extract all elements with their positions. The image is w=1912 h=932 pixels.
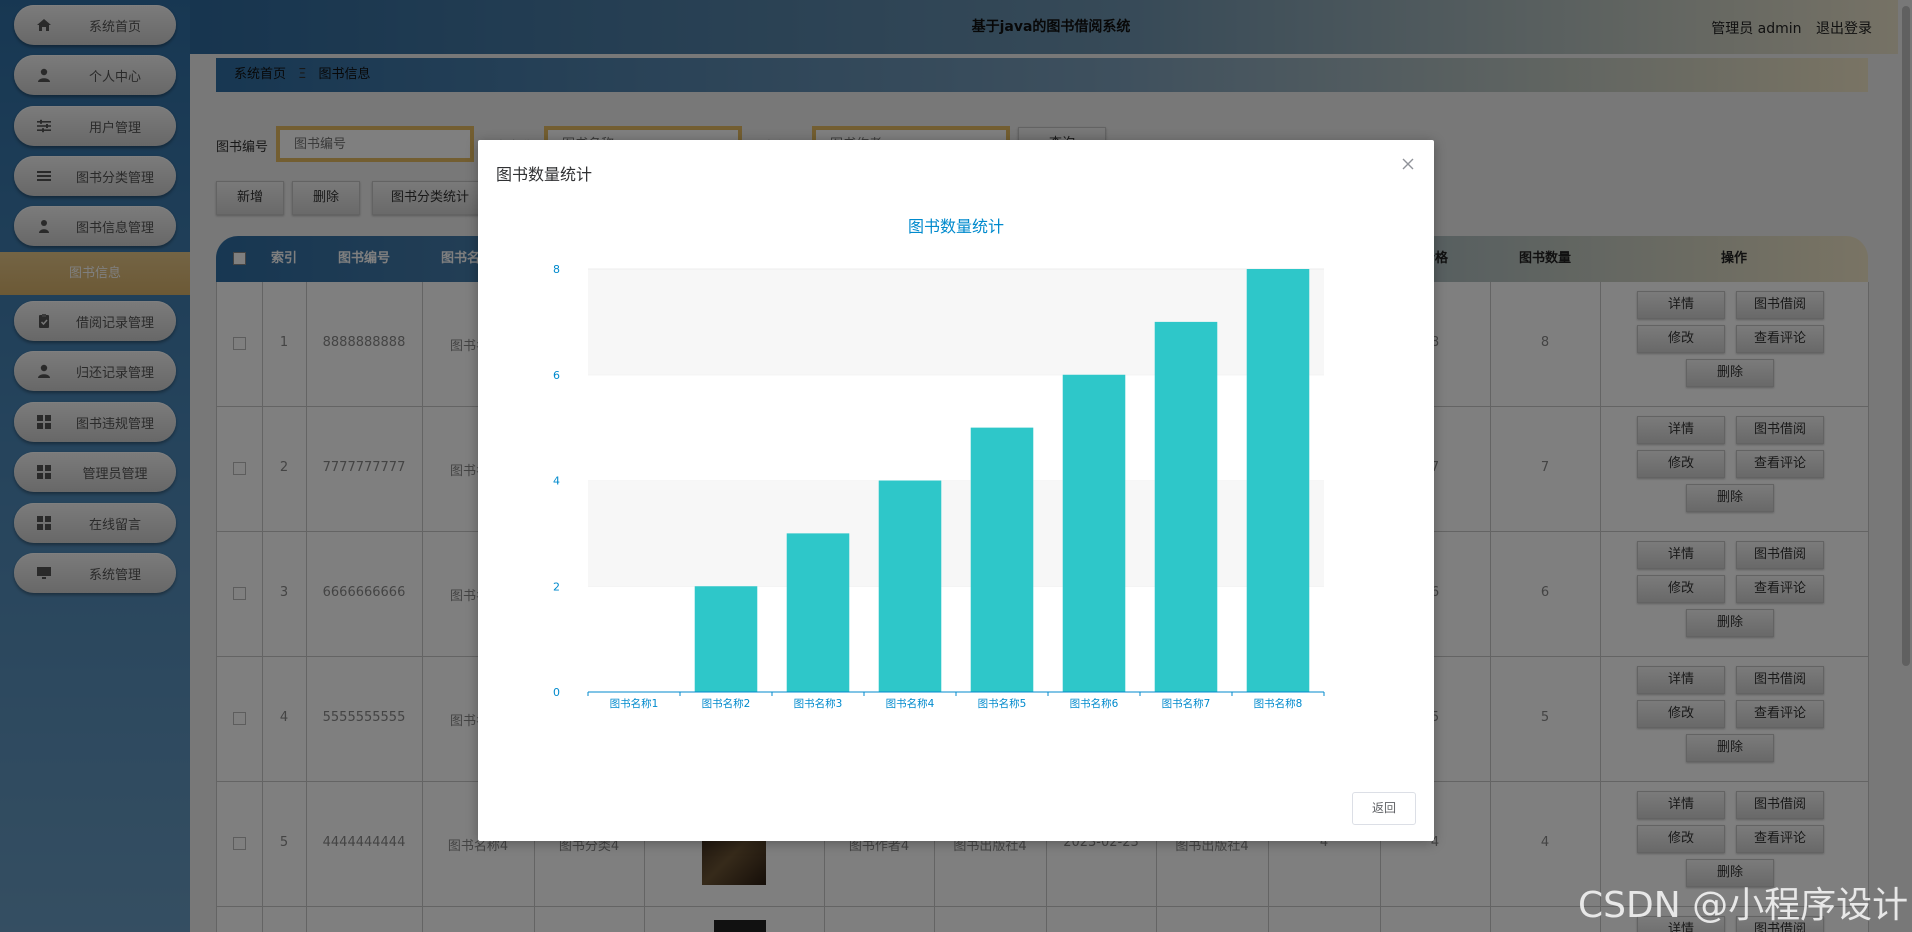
chart-axes xyxy=(587,691,1325,696)
chart-bar[interactable] xyxy=(1246,269,1310,692)
chart-y-tick-label: 2 xyxy=(553,580,560,593)
back-button[interactable]: 返回 xyxy=(1352,792,1416,825)
chart-x-tick-label: 图书名称4 xyxy=(886,697,935,710)
chart-x-tick-label: 图书名称7 xyxy=(1162,697,1211,710)
chart-y-tick-label: 6 xyxy=(553,369,560,382)
chart-bar[interactable] xyxy=(1062,374,1126,692)
chart-title: 图书数量统计 xyxy=(908,217,1004,236)
chart-x-tick-label: 图书名称3 xyxy=(794,697,843,710)
chart-x-tick-label: 图书名称6 xyxy=(1070,697,1119,710)
chart-y-ticks: 0 2 4 6 8 xyxy=(553,263,560,699)
chart-y-tick-label: 0 xyxy=(553,686,560,699)
chart-x-tick-label: 图书名称8 xyxy=(1254,697,1303,710)
chart-bar[interactable] xyxy=(878,480,942,693)
chart-bar[interactable] xyxy=(970,427,1034,692)
watermark: CSDN @小程序设计 xyxy=(1578,885,1909,926)
book-count-chart: 图书数量统计 02468 图书名称1 图书名称2 图书名称3 图书名称4 图书名称5 图书… xyxy=(553,217,1325,710)
chart-bar[interactable] xyxy=(786,533,850,692)
chart-y-tick-label: 8 xyxy=(553,263,560,276)
chart-x-tick-label: 图书名称1 xyxy=(610,697,659,710)
chart-x-tick-label: 图书名称5 xyxy=(978,697,1027,710)
chart-y-tick-label: 4 xyxy=(553,475,560,488)
chart-bar[interactable] xyxy=(694,586,758,692)
stats-dialog: 图书数量统计 图书数量统计 02468 图书名称1 图书名称2 图书名称3 图书名称4… xyxy=(478,140,1434,841)
chart-bar[interactable] xyxy=(1154,321,1218,692)
chart-x-tick-label: 图书名称2 xyxy=(702,697,751,710)
chart-x-ticks: 图书名称1 图书名称2 图书名称3 图书名称4 图书名称5 图书名称6 图书名称7 图书名称8 xyxy=(610,697,1303,710)
